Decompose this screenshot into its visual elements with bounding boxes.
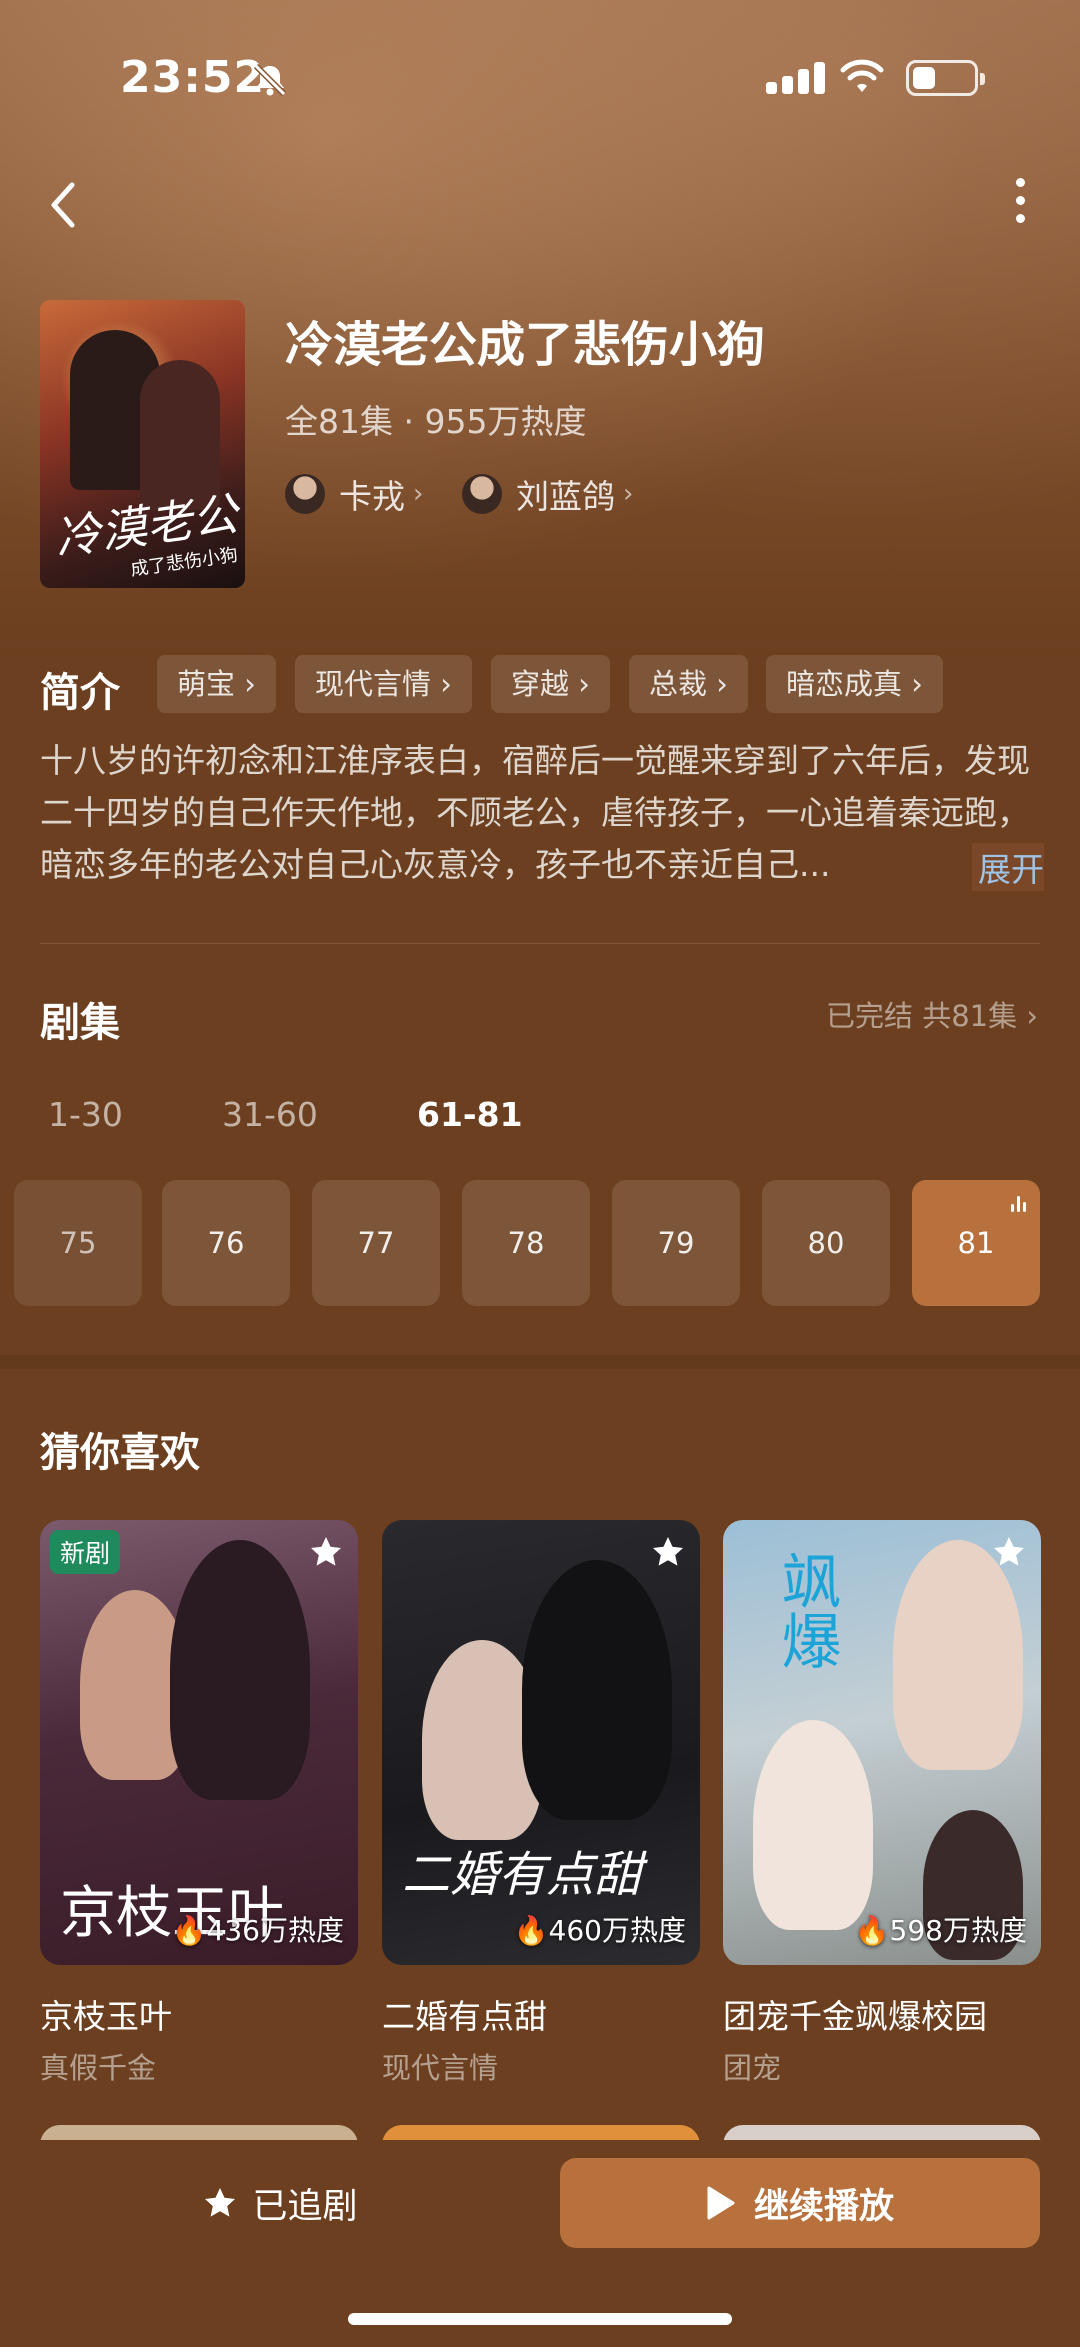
chevron-right-icon: ›: [1026, 999, 1038, 1033]
star-filled-icon: [205, 2188, 236, 2217]
cellular-signal-icon: [766, 62, 830, 94]
actor-name: 刘蓝鸽: [516, 477, 615, 516]
episode-button[interactable]: 77: [312, 1180, 440, 1306]
episode-button[interactable]: 80: [762, 1180, 890, 1306]
episode-button-current[interactable]: 81: [912, 1180, 1040, 1306]
status-time: 23:52: [120, 52, 266, 103]
genre-tag[interactable]: 萌宝 ›: [157, 655, 276, 713]
chevron-right-icon: ›: [623, 479, 634, 509]
recommend-card[interactable]: 二婚有点甜 🔥460万热度: [382, 1520, 700, 1965]
episode-button[interactable]: 76: [162, 1180, 290, 1306]
tag-label: 萌宝: [177, 667, 236, 701]
cast-item[interactable]: 刘蓝鸽 ›: [462, 470, 633, 518]
divider: [40, 943, 1040, 944]
episode-number: 81: [957, 1226, 995, 1260]
drama-title: 冷漠老公成了悲伤小狗: [285, 317, 766, 373]
tag-label: 现代言情: [315, 667, 432, 701]
section-separator: [0, 1355, 1080, 1369]
battery-icon: [906, 60, 985, 96]
poster-title-art: 飒爆: [771, 1550, 841, 1670]
tag-label: 穿越: [511, 667, 570, 701]
intro-label: 简介: [40, 670, 120, 716]
more-options-icon[interactable]: [1005, 178, 1035, 238]
wifi-icon: [840, 59, 884, 92]
tag-label: 暗恋成真: [786, 667, 903, 701]
actor-avatar: [285, 474, 325, 514]
recommend-card[interactable]: 飒爆 🔥598万热度: [723, 1520, 1041, 1965]
star-icon[interactable]: [308, 1534, 344, 1570]
mute-bell-icon: [253, 63, 287, 97]
poster-title-art: 二婚有点甜: [402, 1847, 643, 1903]
follow-label: 已追剧: [252, 2186, 358, 2227]
recommend-card[interactable]: 新剧 京枝玉叶 🔥436万热度: [40, 1520, 358, 1965]
episode-range-tab-active[interactable]: 61-81: [417, 1095, 523, 1134]
heat-label: 🔥598万热度: [854, 1914, 1027, 1947]
expand-link[interactable]: 展开: [972, 843, 1044, 891]
heat-label: 🔥436万热度: [171, 1914, 344, 1947]
chevron-right-icon: ›: [413, 479, 424, 509]
home-indicator[interactable]: [348, 2313, 732, 2325]
play-label: 继续播放: [753, 2186, 894, 2227]
episode-range-tab[interactable]: 1-30: [48, 1095, 123, 1134]
now-playing-icon: [1008, 1196, 1026, 1212]
episodes-status-label: 已完结 共81集: [826, 999, 1018, 1033]
intro-description: 十八岁的许初念和江淮序表白，宿醉后一觉醒来穿到了六年后，发现二十四岁的自己作天作…: [40, 741, 1030, 884]
episodes-title: 剧集: [40, 1000, 120, 1046]
heat-label: 🔥460万热度: [513, 1914, 686, 1947]
cast-item[interactable]: 卡戎 ›: [285, 470, 423, 518]
genre-tag[interactable]: 总裁 ›: [629, 655, 748, 713]
recommend-tag: 团宠: [723, 2051, 782, 2085]
actor-avatar: [462, 474, 502, 514]
recommend-tag: 真假千金: [40, 2051, 157, 2085]
episode-range-tab[interactable]: 31-60: [222, 1095, 318, 1134]
drama-meta: 全81集 · 955万热度: [285, 402, 587, 441]
recommend-title: 猜你喜欢: [40, 1430, 200, 1476]
episode-button[interactable]: 75: [14, 1180, 142, 1306]
recommend-name[interactable]: 二婚有点甜: [382, 1990, 547, 2038]
recommend-tag: 现代言情: [382, 2051, 499, 2085]
drama-poster[interactable]: 冷漠老公 成了悲伤小狗: [40, 300, 245, 588]
star-icon[interactable]: [650, 1534, 686, 1570]
continue-play-button[interactable]: 继续播放: [560, 2158, 1040, 2248]
genre-tag[interactable]: 现代言情 ›: [295, 655, 472, 713]
episode-button[interactable]: 78: [462, 1180, 590, 1306]
actor-name: 卡戎: [339, 477, 405, 516]
back-arrow-icon[interactable]: [40, 175, 90, 235]
genre-tag[interactable]: 暗恋成真 ›: [766, 655, 943, 713]
recommend-name[interactable]: 团宠千金飒爆校园: [723, 1990, 987, 2038]
play-icon: [707, 2186, 735, 2220]
episode-button[interactable]: 79: [612, 1180, 740, 1306]
episodes-status[interactable]: 已完结 共81集 ›: [826, 993, 1038, 1035]
follow-button[interactable]: 已追剧: [40, 2158, 520, 2248]
genre-tag[interactable]: 穿越 ›: [491, 655, 610, 713]
new-badge: 新剧: [50, 1530, 121, 1574]
tag-label: 总裁: [649, 667, 708, 701]
star-icon[interactable]: [991, 1534, 1027, 1570]
recommend-name[interactable]: 京枝玉叶: [40, 1990, 172, 2038]
